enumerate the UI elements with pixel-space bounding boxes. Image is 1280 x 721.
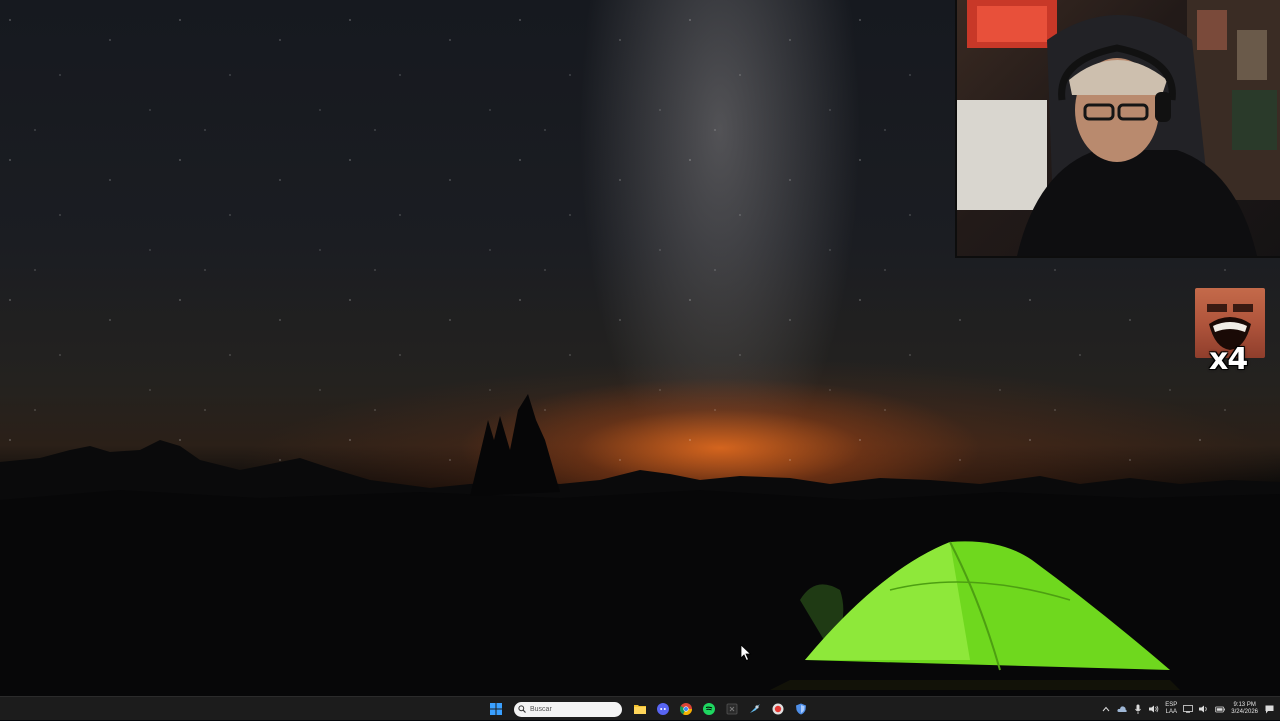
shield-icon bbox=[796, 703, 806, 715]
record-icon bbox=[772, 703, 784, 715]
taskbar-steam[interactable] bbox=[746, 700, 764, 718]
taskbar-chrome[interactable] bbox=[677, 700, 695, 718]
taskbar-excel[interactable] bbox=[723, 700, 741, 718]
search-placeholder: Buscar bbox=[530, 705, 552, 713]
microphone-icon[interactable] bbox=[1133, 704, 1143, 714]
emote-count-label: x4 bbox=[1209, 342, 1248, 377]
chrome-icon bbox=[680, 703, 692, 715]
network-icon[interactable] bbox=[1183, 704, 1194, 714]
system-tray: ESP LAA 9:13 PM 3/24/2026 bbox=[1101, 697, 1280, 721]
taskbar-shield-app[interactable] bbox=[792, 700, 810, 718]
tent-illustration bbox=[770, 541, 1180, 690]
discord-icon bbox=[657, 703, 669, 715]
volume-icon[interactable] bbox=[1149, 704, 1159, 714]
webcam-feed bbox=[955, 0, 1280, 258]
language-code: ESP bbox=[1165, 702, 1178, 708]
clock-date: 3/24/2026 bbox=[1231, 709, 1258, 715]
webcam-scene bbox=[957, 0, 1280, 256]
windows-start-icon[interactable] bbox=[487, 700, 505, 718]
battery-icon[interactable] bbox=[1215, 704, 1226, 714]
notification-icon[interactable] bbox=[1264, 704, 1274, 714]
clock[interactable]: 9:13 PM 3/24/2026 bbox=[1231, 702, 1258, 716]
windows-taskbar: Buscar ESP LAA 9:13 PM 3/24/2026 bbox=[0, 696, 1280, 720]
spotify-icon bbox=[703, 703, 715, 715]
mouse-cursor-icon bbox=[740, 644, 752, 662]
taskbar-file-explorer[interactable] bbox=[631, 700, 649, 718]
excel-icon bbox=[726, 703, 738, 715]
keyboard-layout: LAA bbox=[1165, 709, 1177, 715]
search-icon bbox=[518, 705, 526, 713]
speaker-icon[interactable] bbox=[1199, 704, 1209, 714]
onedrive-icon[interactable] bbox=[1117, 704, 1127, 714]
taskbar-spotify[interactable] bbox=[700, 700, 718, 718]
folder-icon bbox=[634, 705, 646, 714]
language-indicator[interactable]: ESP LAA bbox=[1165, 702, 1177, 716]
steam-icon bbox=[750, 704, 760, 713]
taskbar-app-area: Buscar bbox=[487, 699, 810, 719]
chevron-up-icon[interactable] bbox=[1101, 704, 1111, 714]
taskbar-discord[interactable] bbox=[654, 700, 672, 718]
taskbar-search-box[interactable]: Buscar bbox=[514, 701, 622, 717]
taskbar-recorder[interactable] bbox=[769, 700, 787, 718]
clock-time: 9:13 PM bbox=[1233, 702, 1256, 708]
emote-combo-badge: x4 bbox=[1195, 288, 1265, 377]
